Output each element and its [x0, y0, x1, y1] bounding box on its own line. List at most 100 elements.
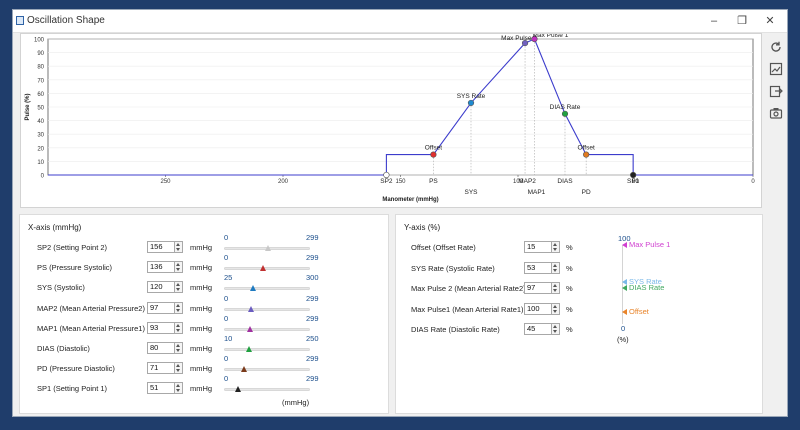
y-row-input[interactable]: 45: [524, 323, 552, 335]
x-row-unit: mmHg: [190, 263, 213, 273]
y-scale-unit: (%): [617, 335, 629, 344]
slider-thumb[interactable]: [235, 386, 242, 393]
y-row-input[interactable]: 100: [524, 302, 552, 315]
slider-min-label: 0: [224, 313, 229, 323]
y-tick-label: 30: [37, 133, 44, 139]
chart-image-icon[interactable]: [769, 62, 783, 76]
x-row-slider[interactable]: [224, 267, 310, 271]
x-row-slider[interactable]: [224, 368, 310, 372]
x-row-input[interactable]: 71: [147, 362, 175, 375]
x-row-unit: mmHg: [190, 303, 213, 313]
slider-thumb[interactable]: [250, 285, 257, 292]
marker-label: SYS: [464, 189, 478, 196]
minimize-button[interactable]: –: [701, 12, 727, 30]
slider-max-label: 299: [306, 293, 319, 303]
slider-max-label: 299: [306, 374, 319, 384]
close-button[interactable]: ✕: [757, 12, 783, 30]
y-marker-handle[interactable]: [622, 309, 627, 316]
y-tick-label: 20: [37, 146, 44, 152]
slider-max-label: 299: [306, 313, 319, 323]
marker-label: MAP1: [528, 189, 546, 196]
maximize-button[interactable]: ❐: [729, 12, 755, 30]
y-row-spinner[interactable]: [552, 282, 560, 294]
slider-max-label: 300: [306, 273, 319, 283]
slider-thumb[interactable]: [240, 366, 247, 373]
x-row-input[interactable]: 51: [147, 382, 175, 395]
x-axis-label: Manometer (mmHg): [382, 197, 438, 203]
chart-area: 0 10 20 30 40 50 60 70 80 90 100 250 200 150 100 50 0 Man…: [20, 32, 762, 208]
x-row-slider[interactable]: [224, 287, 310, 291]
y-marker-handle[interactable]: [622, 242, 627, 248]
x-row-spinner[interactable]: [175, 241, 183, 253]
slider-thumb[interactable]: [247, 325, 254, 332]
x-axis-title: X-axis (mmHg): [28, 223, 82, 232]
y-row-spinner[interactable]: [552, 323, 560, 335]
slider-thumb[interactable]: [248, 305, 255, 312]
x-row-spinner[interactable]: [175, 382, 183, 395]
slider-min-label: 0: [224, 293, 229, 303]
x-row-spinner[interactable]: [175, 342, 183, 354]
x-row-spinner[interactable]: [175, 261, 183, 274]
point-label: Offset: [578, 145, 595, 152]
x-row-input[interactable]: 93: [147, 321, 175, 334]
y-tick-label: 40: [37, 119, 44, 125]
slider-min-label: 0: [224, 233, 229, 242]
x-row-label: SYS (Systolic): [37, 283, 85, 293]
y-axis-panel: Y-axis (%) Offset (Offset Rate) 15 % SYS …: [395, 214, 763, 414]
x-row-slider[interactable]: [224, 307, 310, 311]
slider-max-label: 299: [306, 253, 319, 263]
x-row-input[interactable]: 156: [147, 241, 175, 253]
y-row-unit: %: [566, 304, 573, 314]
y-axis-label: Pulse (%): [25, 93, 31, 120]
x-row-label: PS (Pressure Systolic): [37, 263, 113, 273]
x-row-spinner[interactable]: [175, 362, 183, 375]
y-row-input[interactable]: 15: [524, 241, 552, 253]
x-row-input[interactable]: 80: [147, 342, 175, 354]
y-row-spinner[interactable]: [552, 241, 560, 253]
x-row-unit: mmHg: [190, 364, 213, 374]
x-row-slider[interactable]: [224, 348, 310, 351]
y-row-input[interactable]: 53: [524, 261, 552, 274]
marker-label: PS: [429, 178, 438, 185]
slider-max-label: 250: [306, 334, 319, 343]
refresh-icon[interactable]: [769, 40, 783, 54]
slider-thumb[interactable]: [259, 265, 266, 272]
x-row-input[interactable]: 136: [147, 261, 175, 274]
y-row-spinner[interactable]: [552, 302, 560, 315]
data-point: [383, 171, 390, 179]
x-row-unit: mmHg: [190, 323, 213, 333]
y-tick-label: 50: [37, 106, 44, 112]
x-row-spinner[interactable]: [175, 321, 183, 334]
y-row-input[interactable]: 97: [524, 282, 552, 294]
export-icon[interactable]: [769, 84, 783, 98]
x-row-spinner[interactable]: [175, 301, 183, 314]
x-tick-label: 150: [395, 179, 406, 185]
marker-label: SP2: [380, 178, 393, 185]
app-icon: [16, 16, 24, 25]
x-tick-label: 200: [278, 179, 289, 185]
y-marker-handle[interactable]: [622, 279, 627, 286]
x-row-input[interactable]: 120: [147, 281, 175, 294]
x-row-slider[interactable]: [224, 327, 310, 331]
y-tick-label: 80: [37, 65, 44, 71]
data-point: [561, 110, 569, 117]
y-marker-handle[interactable]: [622, 285, 627, 292]
y-tick-label: 0: [41, 174, 45, 180]
x-row-label: DIAS (Diastolic): [37, 344, 90, 353]
slider-max-label: 299: [306, 354, 319, 364]
y-scale-bottom: 0: [621, 324, 626, 333]
camera-icon[interactable]: [769, 106, 783, 120]
y-row-label: DIAS Rate (Diastolic Rate): [411, 325, 500, 334]
slider-thumb[interactable]: [265, 245, 272, 251]
y-marker-label: Offset: [629, 307, 649, 317]
y-row-spinner[interactable]: [552, 261, 560, 274]
x-row-spinner[interactable]: [175, 281, 183, 294]
y-axis-title: Y-axis (%): [404, 223, 441, 232]
slider-thumb[interactable]: [245, 346, 252, 352]
oscillation-chart: 0102030405060708090100250 200 150 100 50 0Man…: [25, 32, 755, 203]
window-title: Oscillation Shape: [27, 15, 105, 26]
x-row-input[interactable]: 97: [147, 301, 175, 314]
y-row-unit: %: [566, 325, 573, 334]
marker-label: MAP2: [518, 178, 536, 185]
y-marker-label: DIAS Rate: [629, 283, 665, 293]
